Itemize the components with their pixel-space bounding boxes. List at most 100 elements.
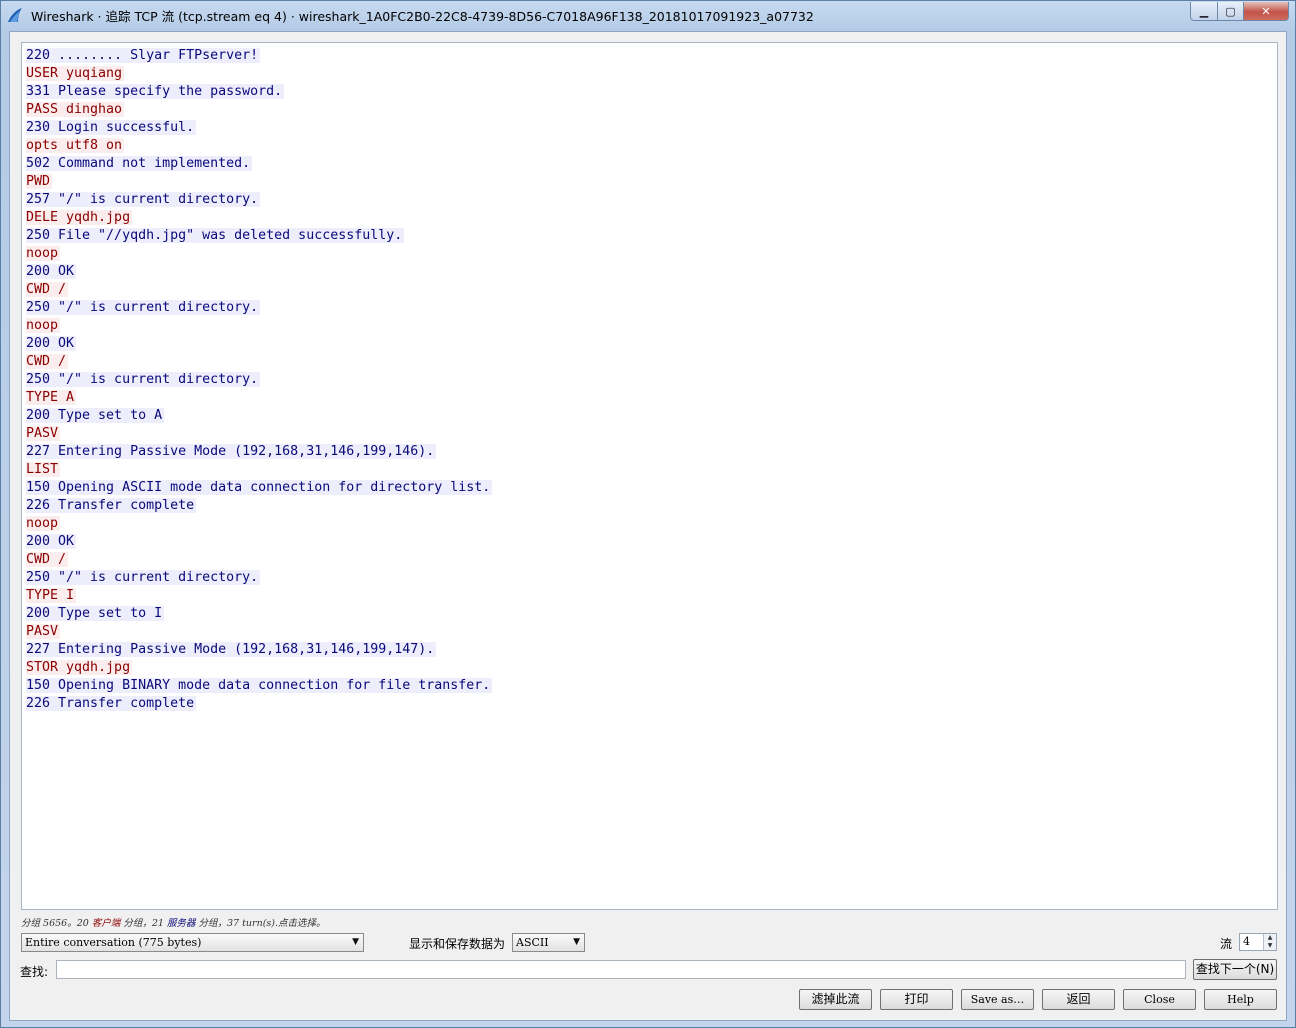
server-stream-line: 200 Type set to A bbox=[22, 407, 1277, 425]
stream-line-text: TYPE I bbox=[26, 588, 77, 603]
server-stream-line: 250 "/" is current directory. bbox=[22, 299, 1277, 317]
client-stream-line: STOR yqdh.jpg bbox=[22, 659, 1277, 677]
find-next-button[interactable]: 查找下一个(N) bbox=[1193, 959, 1277, 980]
window-title: Wireshark · 追踪 TCP 流 (tcp.stream eq 4) ·… bbox=[31, 9, 814, 24]
server-stream-line: 200 Type set to I bbox=[22, 605, 1277, 623]
stats-suffix: 分组，37 turn(s).点击选择。 bbox=[195, 918, 326, 929]
client-stream-line: opts utf8 on bbox=[22, 137, 1277, 155]
stream-line-text: 250 "/" is current directory. bbox=[26, 300, 261, 315]
stream-line-text: 226 Transfer complete bbox=[26, 696, 197, 711]
client-stream-line: USER yuqiang bbox=[22, 65, 1277, 83]
stream-line-text: 257 "/" is current directory. bbox=[26, 192, 261, 207]
stream-label: 流 bbox=[1220, 937, 1233, 951]
stream-number-spinbox[interactable]: 4 ▲ ▼ bbox=[1239, 933, 1277, 951]
spin-arrows[interactable]: ▲ ▼ bbox=[1263, 934, 1276, 950]
stream-line-text: CWD / bbox=[26, 552, 69, 567]
client-stream-line: DELE yqdh.jpg bbox=[22, 209, 1277, 227]
find-input[interactable] bbox=[56, 960, 1186, 979]
back-button[interactable]: 返回 bbox=[1042, 989, 1115, 1010]
close-button[interactable]: Close bbox=[1123, 989, 1196, 1010]
stream-line-text: 226 Transfer complete bbox=[26, 498, 197, 513]
server-stream-line: 250 "/" is current directory. bbox=[22, 569, 1277, 587]
client-stream-line: TYPE I bbox=[22, 587, 1277, 605]
client-stream-line: noop bbox=[22, 317, 1277, 335]
stream-line-text: 250 "/" is current directory. bbox=[26, 570, 261, 585]
client-stream-line: noop bbox=[22, 515, 1277, 533]
client-stream-line: PASV bbox=[22, 425, 1277, 443]
server-stream-line: 200 OK bbox=[22, 263, 1277, 281]
client-stream-line: noop bbox=[22, 245, 1277, 263]
stream-line-text: PASS dinghao bbox=[26, 102, 125, 117]
stream-line-text: USER yuqiang bbox=[26, 66, 125, 81]
stream-line-text: LIST bbox=[26, 462, 61, 477]
stats-middle: 分组，21 bbox=[120, 918, 167, 929]
stream-line-text: CWD / bbox=[26, 282, 69, 297]
close-icon: ✕ bbox=[1261, 4, 1271, 18]
minimize-icon: ▁ bbox=[1199, 4, 1209, 18]
stats-prefix: 分组 5656。20 bbox=[21, 918, 92, 929]
spin-down-icon[interactable]: ▼ bbox=[1264, 942, 1276, 950]
server-stream-line: 227 Entering Passive Mode (192,168,31,14… bbox=[22, 641, 1277, 659]
stats-client-word: 客户端 bbox=[91, 918, 121, 929]
help-button[interactable]: Help bbox=[1204, 989, 1277, 1010]
encoding-select-value: ASCII bbox=[516, 936, 549, 949]
print-button[interactable]: 打印 bbox=[880, 989, 953, 1010]
client-stream-line: CWD / bbox=[22, 551, 1277, 569]
server-stream-line: 150 Opening BINARY mode data connection … bbox=[22, 677, 1277, 695]
server-stream-line: 227 Entering Passive Mode (192,168,31,14… bbox=[22, 443, 1277, 461]
stream-line-text: 200 OK bbox=[26, 336, 77, 351]
title-bar[interactable]: Wireshark · 追踪 TCP 流 (tcp.stream eq 4) ·… bbox=[1, 1, 1295, 29]
filter-out-stream-button[interactable]: 滤掉此流 bbox=[799, 989, 872, 1010]
follow-tcp-stream-window: Wireshark · 追踪 TCP 流 (tcp.stream eq 4) ·… bbox=[0, 0, 1296, 1028]
stream-line-text: PASV bbox=[26, 624, 61, 639]
chevron-down-icon: ▼ bbox=[352, 937, 359, 947]
stream-number-value: 4 bbox=[1243, 935, 1250, 948]
server-stream-line: 331 Please specify the password. bbox=[22, 83, 1277, 101]
stream-line-text: 200 Type set to I bbox=[26, 606, 165, 621]
server-stream-line: 200 OK bbox=[22, 335, 1277, 353]
stream-line-text: 250 "/" is current directory. bbox=[26, 372, 261, 387]
client-stream-line: TYPE A bbox=[22, 389, 1277, 407]
stream-line-text: 200 Type set to A bbox=[26, 408, 165, 423]
stream-line-text: 250 File "//yqdh.jpg" was deleted succes… bbox=[26, 228, 405, 243]
client-stream-line: PASS dinghao bbox=[22, 101, 1277, 119]
server-stream-line: 200 OK bbox=[22, 533, 1277, 551]
server-stream-line: 220 ........ Slyar FTPserver! bbox=[22, 47, 1277, 65]
client-stream-line: CWD / bbox=[22, 353, 1277, 371]
conversation-select[interactable]: Entire conversation (775 bytes) ▼ bbox=[21, 933, 364, 952]
server-stream-line: 226 Transfer complete bbox=[22, 497, 1277, 515]
encoding-select[interactable]: ASCII ▼ bbox=[512, 933, 585, 952]
spin-up-icon[interactable]: ▲ bbox=[1264, 934, 1276, 942]
server-stream-line: 226 Transfer complete bbox=[22, 695, 1277, 713]
stream-line-text: CWD / bbox=[26, 354, 69, 369]
window-controls: ▁ ▢ ✕ bbox=[1190, 2, 1289, 21]
server-stream-line: 250 "/" is current directory. bbox=[22, 371, 1277, 389]
stream-line-text: STOR yqdh.jpg bbox=[26, 660, 133, 675]
server-stream-line: 230 Login successful. bbox=[22, 119, 1277, 137]
stream-line-text: 150 Opening BINARY mode data connection … bbox=[26, 678, 493, 693]
stream-line-text: DELE yqdh.jpg bbox=[26, 210, 133, 225]
stream-line-text: PWD bbox=[26, 174, 53, 189]
show-as-label: 显示和保存数据为 bbox=[409, 937, 506, 951]
server-stream-line: 150 Opening ASCII mode data connection f… bbox=[22, 479, 1277, 497]
conversation-select-value: Entire conversation (775 bytes) bbox=[25, 936, 202, 949]
maximize-button[interactable]: ▢ bbox=[1218, 2, 1244, 21]
stream-line-text: 220 ........ Slyar FTPserver! bbox=[26, 48, 261, 63]
client-stream-line: PASV bbox=[22, 623, 1277, 641]
stream-content-view[interactable]: 220 ........ Slyar FTPserver! USER yuqian… bbox=[21, 42, 1278, 910]
minimize-button[interactable]: ▁ bbox=[1190, 2, 1218, 21]
stream-line-text: noop bbox=[26, 246, 61, 261]
stream-line-text: 150 Opening ASCII mode data connection f… bbox=[26, 480, 493, 495]
chevron-down-icon: ▼ bbox=[573, 937, 580, 947]
stream-line-text: PASV bbox=[26, 426, 61, 441]
stream-stats: 分组 5656。20 客户端 分组，21 服务器 分组，37 turn(s).点… bbox=[21, 915, 326, 929]
stream-line-text: opts utf8 on bbox=[26, 138, 125, 153]
stream-line-text: 331 Please specify the password. bbox=[26, 84, 285, 99]
stream-line-text: 227 Entering Passive Mode (192,168,31,14… bbox=[26, 444, 437, 459]
stream-line-text: TYPE A bbox=[26, 390, 77, 405]
close-window-button[interactable]: ✕ bbox=[1244, 2, 1289, 21]
stream-line-text: 200 OK bbox=[26, 264, 77, 279]
client-stream-line: LIST bbox=[22, 461, 1277, 479]
client-stream-line: CWD / bbox=[22, 281, 1277, 299]
save-as-button[interactable]: Save as… bbox=[961, 989, 1034, 1010]
